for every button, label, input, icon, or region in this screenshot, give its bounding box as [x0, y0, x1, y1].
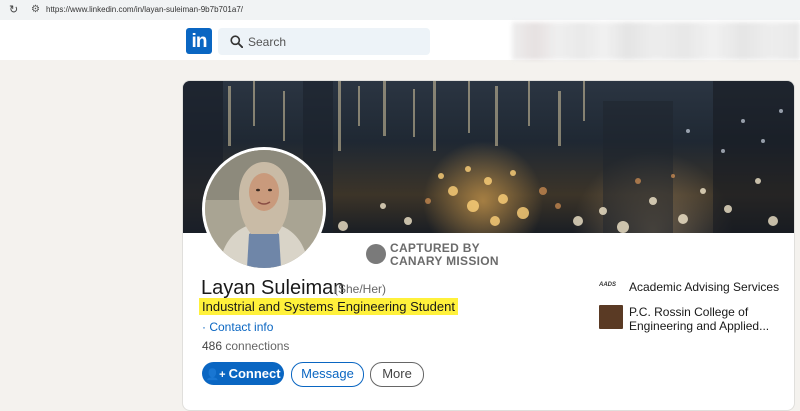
linkedin-logo[interactable]: in [186, 28, 212, 54]
experience-name-line-1: P.C. Rossin College of [629, 305, 749, 319]
stamp-line-1: CAPTURED BY [390, 241, 480, 255]
connect-label: Connect [228, 366, 281, 381]
add-person-icon: 👤+ [205, 369, 226, 381]
more-button[interactable]: More [370, 362, 424, 387]
search-icon [230, 35, 243, 48]
url-text[interactable]: https://www.linkedin.com/in/layan-suleim… [46, 5, 243, 14]
browser-address-bar: ↻ ⚙ https://www.linkedin.com/in/layan-su… [0, 0, 800, 21]
profile-pronouns: (She/Her) [334, 282, 387, 296]
experience-name: P.C. Rossin College of Engineering and A… [629, 305, 769, 333]
experience-name-line-2: Engineering and Applied... [629, 319, 770, 333]
search-input[interactable]: Search [218, 28, 430, 55]
contact-info-link[interactable]: · Contact info [202, 320, 273, 334]
profile-name: Layan Suleiman [201, 277, 345, 299]
aads-logo: AADS [599, 282, 617, 288]
stamp-line-2: CANARY MISSION [390, 254, 499, 268]
lehigh-logo [599, 305, 623, 329]
profile-headline: Industrial and Systems Engineering Stude… [199, 298, 458, 315]
message-button[interactable]: Message [291, 362, 364, 387]
search-placeholder: Search [248, 35, 287, 49]
contact-info-label: Contact info [209, 320, 274, 334]
reload-icon[interactable]: ↻ [9, 3, 18, 16]
top-navigation: in Search [0, 20, 800, 60]
connect-button[interactable]: 👤+ Connect [202, 362, 284, 385]
connections-number: 486 [202, 339, 223, 353]
connections-count[interactable]: 486 connections [202, 339, 289, 353]
site-info-icon[interactable]: ⚙ [31, 4, 40, 15]
profile-photo-graphic [205, 150, 323, 268]
experience-name: Academic Advising Services [629, 280, 780, 294]
profile-card: CAPTURED BY CANARY MISSION Layan Suleima… [182, 80, 795, 411]
canary-mission-logo-icon [366, 244, 386, 264]
profile-photo[interactable] [202, 147, 326, 271]
redacted-nav-items [512, 22, 800, 60]
canary-mission-stamp: CAPTURED BY CANARY MISSION [366, 241, 506, 271]
connections-label: connections [225, 339, 290, 353]
